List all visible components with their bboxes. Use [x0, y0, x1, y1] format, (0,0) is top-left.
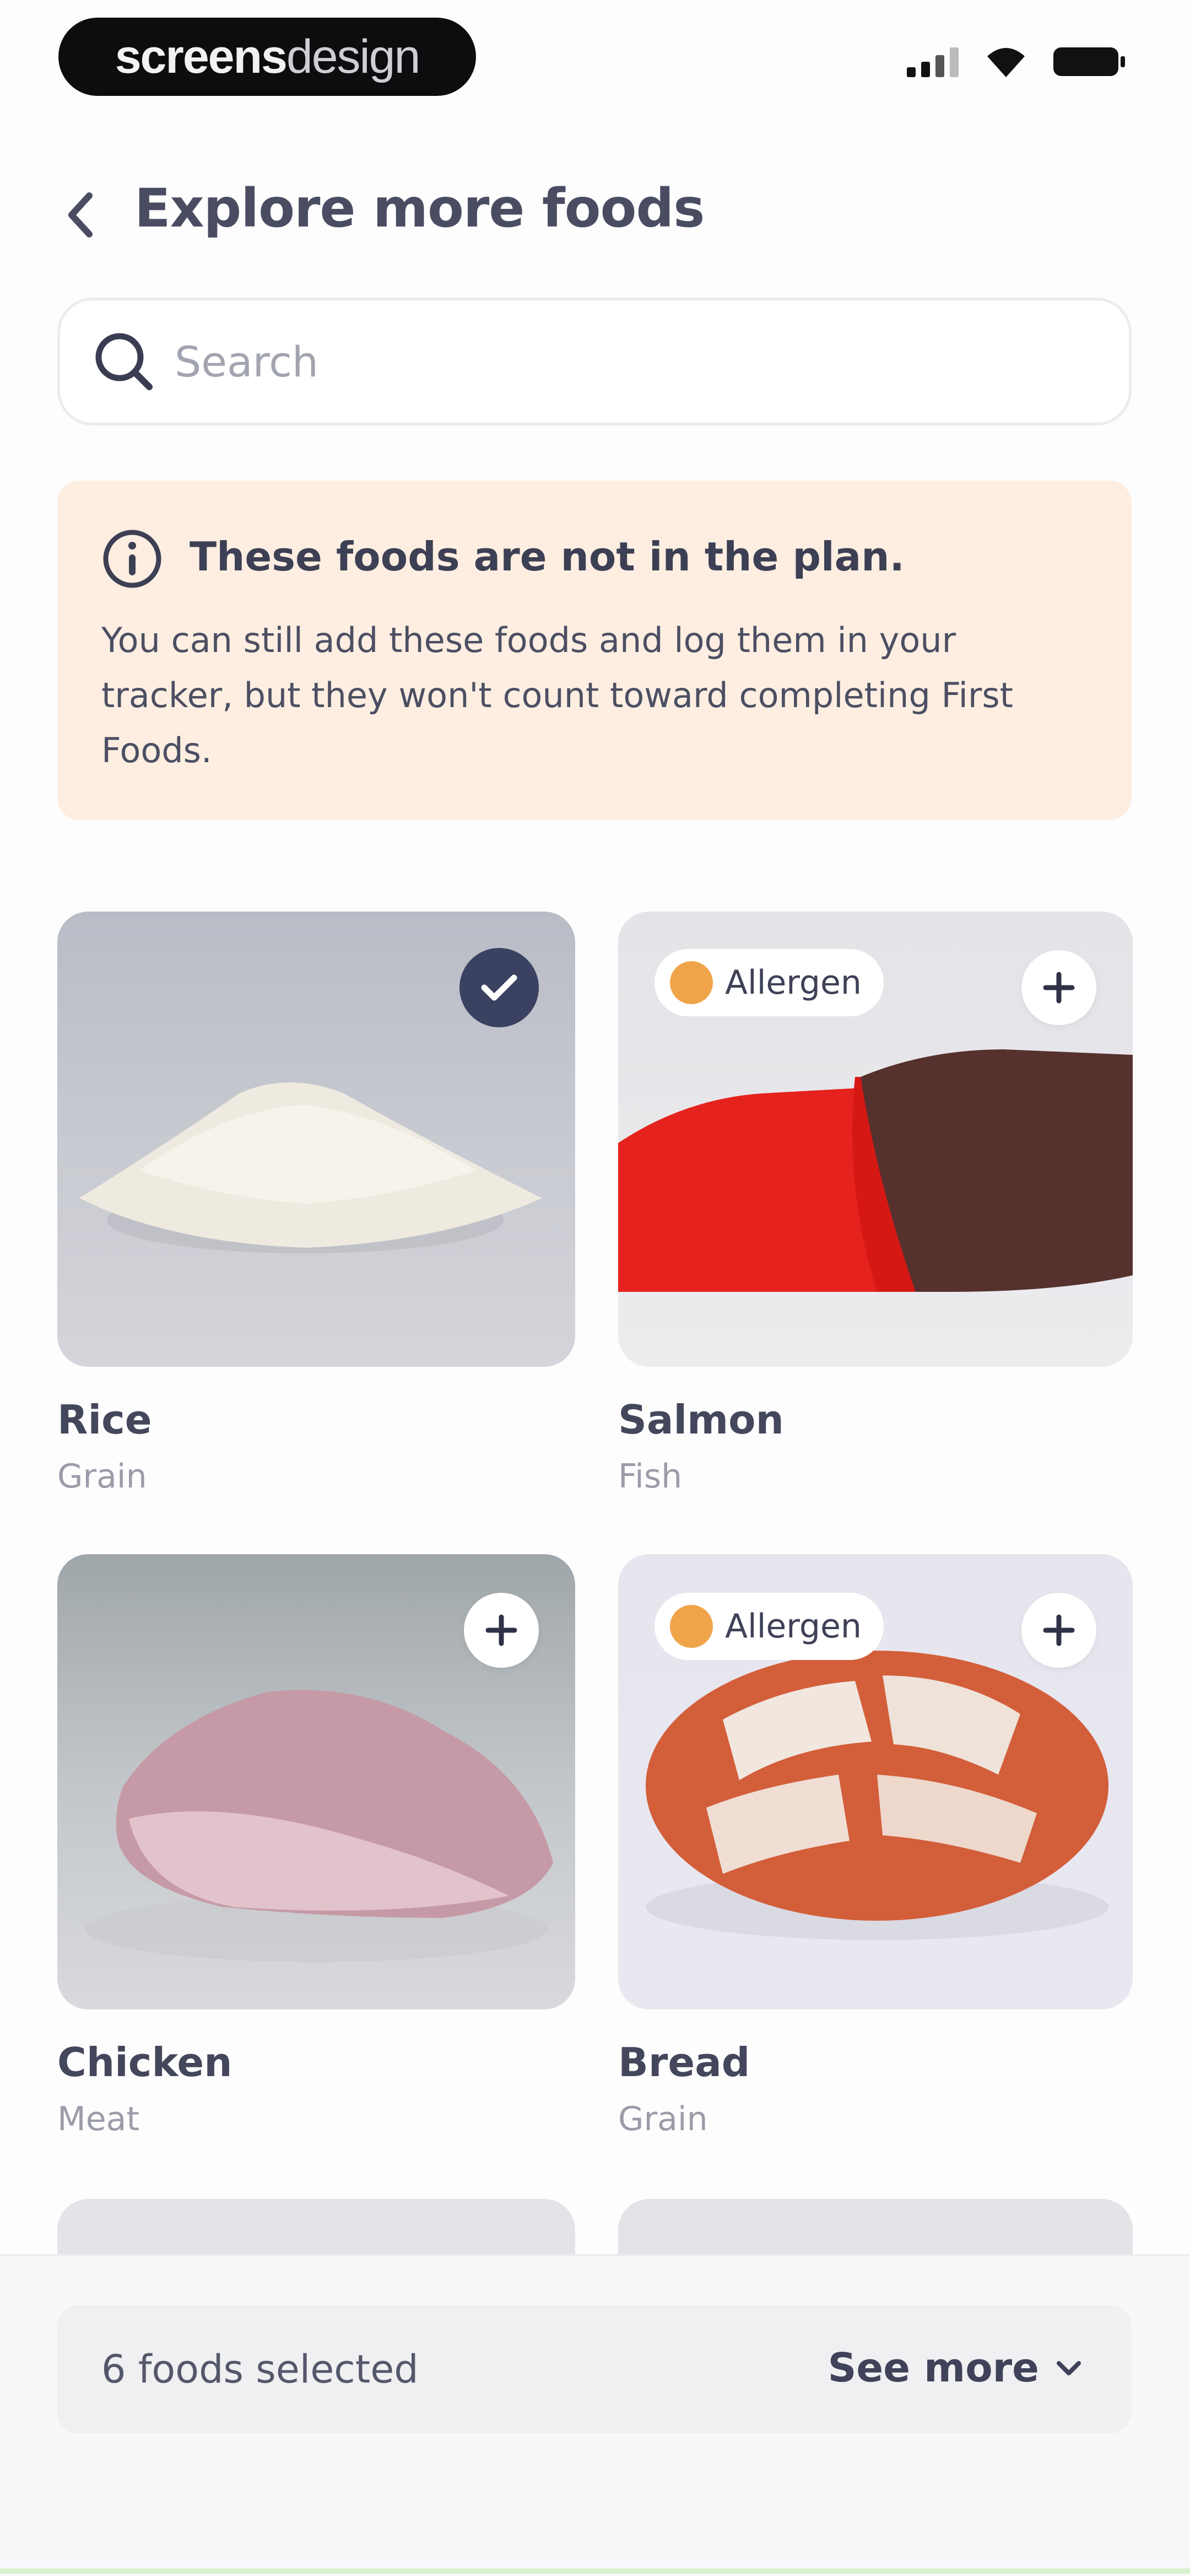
food-name: Bread — [618, 2039, 750, 2085]
food-category: Fish — [618, 1457, 683, 1496]
page-title: Explore more foods — [134, 177, 705, 239]
food-name: Chicken — [57, 2039, 232, 2085]
food-category: Grain — [618, 2100, 708, 2138]
checkmark-icon — [481, 974, 517, 1001]
search-icon — [91, 328, 163, 395]
selected-check-button[interactable] — [459, 948, 539, 1027]
allergen-label: Allergen — [725, 1607, 862, 1646]
plus-icon — [1043, 1614, 1075, 1646]
allergen-label: Allergen — [725, 963, 862, 1002]
allergen-badge: Allergen — [654, 1593, 884, 1660]
allergen-badge: Allergen — [654, 949, 884, 1016]
bottom-edge — [0, 2568, 1190, 2574]
add-food-button[interactable] — [1021, 1593, 1096, 1668]
food-category: Meat — [57, 2100, 139, 2138]
add-food-button[interactable] — [464, 1593, 539, 1668]
logo-text-bold: screens — [115, 30, 288, 83]
food-category: Grain — [57, 1457, 147, 1496]
search-field[interactable] — [57, 298, 1132, 425]
search-input[interactable] — [174, 336, 1057, 387]
food-card-chicken[interactable]: Chicken Meat — [57, 1554, 575, 2160]
info-icon — [103, 530, 161, 588]
food-card-partial[interactable] — [57, 2199, 575, 2254]
food-card-bread[interactable]: Allergen Bread Grain — [618, 1554, 1133, 2160]
notice-body: You can still add these foods and log th… — [101, 620, 1013, 770]
chevron-down-icon — [1057, 2361, 1081, 2375]
not-in-plan-notice: These foods are not in the plan. You can… — [57, 481, 1132, 820]
notice-title: These foods are not in the plan. — [190, 533, 905, 580]
plus-icon — [485, 1614, 517, 1646]
allergen-dot-icon — [670, 961, 713, 1004]
allergen-dot-icon — [670, 1605, 713, 1648]
see-more-button[interactable]: See more — [828, 2345, 1082, 2391]
food-card-partial[interactable] — [618, 2199, 1133, 2254]
add-food-button[interactable] — [1021, 950, 1096, 1025]
status-icons — [907, 44, 1125, 79]
food-name: Salmon — [618, 1397, 784, 1443]
wifi-icon — [987, 48, 1025, 77]
food-card-salmon[interactable]: Allergen Salmon Fish — [618, 912, 1133, 1518]
chevron-left-icon — [68, 192, 93, 238]
selection-summary-bar[interactable]: 6 foods selected See more — [57, 2305, 1132, 2434]
food-card-rice[interactable]: Rice Grain — [57, 912, 575, 1518]
food-name: Rice — [57, 1397, 152, 1443]
battery-icon — [1053, 47, 1125, 76]
plus-icon — [1043, 972, 1075, 1004]
logo-text-light: design — [286, 30, 420, 83]
back-button[interactable] — [53, 182, 108, 248]
screensdesign-logo: screens design — [58, 18, 476, 96]
signal-icon — [907, 46, 959, 77]
selected-count: 6 foods selected — [101, 2347, 419, 2392]
see-more-label: See more — [827, 2345, 1039, 2391]
